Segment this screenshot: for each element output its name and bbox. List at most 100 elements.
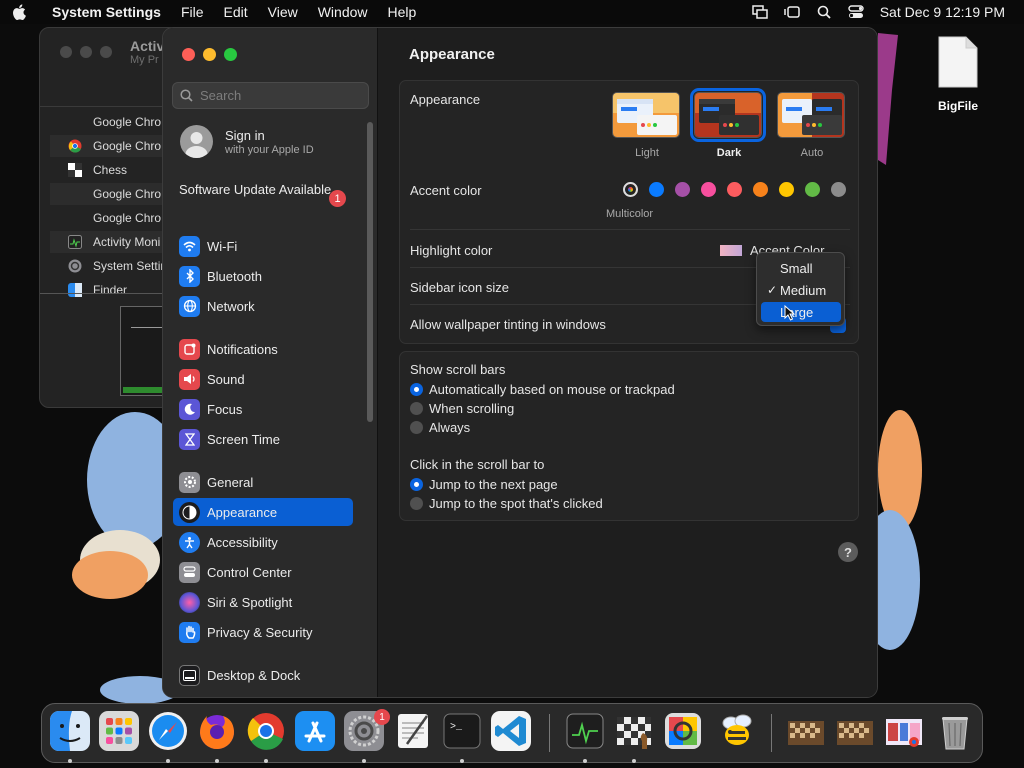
close-window-button[interactable] xyxy=(182,48,195,61)
menu-help[interactable]: Help xyxy=(388,4,417,20)
sidebar-item-label: Focus xyxy=(207,401,243,417)
process-name: System Settir xyxy=(93,259,165,273)
scroll-bars-auto-radio[interactable]: Automatically based on mouse or trackpad xyxy=(410,382,675,397)
gear-icon xyxy=(179,471,200,493)
radio-dot xyxy=(410,478,423,491)
accent-red-swatch[interactable] xyxy=(727,182,742,197)
process-row[interactable]: Finder xyxy=(50,279,178,301)
menu-option-small[interactable]: Small xyxy=(761,258,841,278)
process-row[interactable]: Activity Moni xyxy=(50,231,178,253)
apple-id-signin[interactable]: Sign in with your Apple ID xyxy=(180,125,314,158)
minimized-window-2[interactable] xyxy=(835,711,875,751)
process-row[interactable]: System Settir xyxy=(50,255,178,277)
sidebar-search[interactable] xyxy=(172,82,369,109)
app-menu-system-settings[interactable]: System Settings xyxy=(52,4,161,20)
click-spot-radio[interactable]: Jump to the spot that's clicked xyxy=(410,496,603,511)
menu-edit[interactable]: Edit xyxy=(224,4,248,20)
spotlight-search-icon[interactable] xyxy=(808,0,840,24)
system-settings-icon[interactable]: 1 xyxy=(344,709,390,751)
sidebar-item-sound[interactable]: Sound xyxy=(173,365,353,393)
minimized-window-1[interactable] xyxy=(786,711,826,751)
app-store-icon[interactable] xyxy=(295,711,335,751)
firefox-icon[interactable] xyxy=(197,711,237,751)
sidebar-item-appearance[interactable]: Appearance xyxy=(173,498,353,526)
process-row[interactable]: Chess xyxy=(50,159,178,181)
sidebar-item-label: Notifications xyxy=(207,341,278,357)
theme-dark-option[interactable]: Dark xyxy=(690,88,766,159)
accent-pink-swatch[interactable] xyxy=(701,182,716,197)
chrome-icon[interactable] xyxy=(246,711,286,751)
sidebar-item-wifi[interactable]: Wi-Fi xyxy=(173,232,353,260)
search-input[interactable] xyxy=(200,88,360,103)
accent-multicolor-swatch[interactable] xyxy=(623,182,638,197)
sidebar-item-siri-spotlight[interactable]: Siri & Spotlight xyxy=(173,588,353,616)
theme-dark-thumbnail xyxy=(690,88,766,142)
menubar-clock[interactable]: Sat Dec 9 12:19 PM xyxy=(880,4,1005,20)
desktop-file-bigfile[interactable]: BigFile xyxy=(930,35,986,113)
control-center-icon xyxy=(179,561,200,583)
sidebar-item-accessibility[interactable]: Accessibility xyxy=(173,528,353,556)
sidebar-item-privacy-security[interactable]: Privacy & Security xyxy=(173,618,353,646)
activity-monitor-window[interactable]: Activ My Pr Google Chro Google Chro Ches… xyxy=(39,27,179,408)
accent-purple-swatch[interactable] xyxy=(675,182,690,197)
menu-window[interactable]: Window xyxy=(318,4,368,20)
control-center-menu-icon[interactable] xyxy=(840,0,872,24)
zoom-window-button[interactable] xyxy=(224,48,237,61)
process-row[interactable]: Google Chro xyxy=(50,135,178,157)
textedit-icon[interactable] xyxy=(393,711,433,751)
accent-blue-swatch[interactable] xyxy=(649,182,664,197)
chess-icon[interactable] xyxy=(614,711,654,751)
menu-file[interactable]: File xyxy=(181,4,204,20)
scroll-bars-always-radio[interactable]: Always xyxy=(410,420,470,435)
accent-orange-swatch[interactable] xyxy=(753,182,768,197)
sidebar-item-focus[interactable]: Focus xyxy=(173,395,353,423)
click-next-page-radio[interactable]: Jump to the next page xyxy=(410,477,558,492)
vscode-icon[interactable] xyxy=(491,711,531,751)
terminal-icon[interactable]: >_ xyxy=(442,711,482,751)
launchpad-icon[interactable] xyxy=(99,711,139,751)
accent-graphite-swatch[interactable] xyxy=(831,182,846,197)
sidebar-item-screen-time[interactable]: Screen Time xyxy=(173,425,353,453)
bee-icon[interactable] xyxy=(717,711,757,751)
trash-icon[interactable] xyxy=(935,711,975,751)
menu-option-large[interactable]: Large xyxy=(761,302,841,322)
sidebar-item-notifications[interactable]: Notifications xyxy=(173,335,353,363)
color-picker-icon[interactable] xyxy=(663,711,703,751)
sidebar-item-bluetooth[interactable]: Bluetooth xyxy=(173,262,353,290)
accent-yellow-swatch[interactable] xyxy=(779,182,794,197)
minimized-window-3[interactable] xyxy=(884,711,924,751)
sidebar-item-network[interactable]: Network xyxy=(173,292,353,320)
menu-view[interactable]: View xyxy=(268,4,298,20)
activity-monitor-icon[interactable] xyxy=(565,711,605,751)
appearance-label: Appearance xyxy=(410,92,481,107)
apple-menu-icon[interactable] xyxy=(12,4,42,20)
theme-auto-option[interactable]: Auto xyxy=(777,92,847,159)
theme-light-option[interactable]: Light xyxy=(612,92,682,159)
safari-icon[interactable] xyxy=(148,711,188,751)
appearance-pane: Appearance Appearance Light Dark Auto Ac… xyxy=(379,28,877,697)
svg-text:>_: >_ xyxy=(450,722,463,733)
minimize-window-button[interactable] xyxy=(203,48,216,61)
sidebar-icon-size-menu[interactable]: Small ✓ Medium Large xyxy=(756,252,845,326)
sidebar-item-label: Wi-Fi xyxy=(207,238,238,254)
sidebar-scrollbar[interactable] xyxy=(367,122,373,422)
running-indicator xyxy=(166,759,170,763)
sidebar-item-general[interactable]: General xyxy=(173,468,353,496)
process-row[interactable]: Google Chro xyxy=(50,207,178,229)
sidebar-icon-size-label: Sidebar icon size xyxy=(410,280,509,295)
accent-green-swatch[interactable] xyxy=(805,182,820,197)
finder-icon[interactable] xyxy=(50,711,90,751)
scroll-bars-when-scrolling-radio[interactable]: When scrolling xyxy=(410,401,514,416)
stage-manager-icon[interactable] xyxy=(776,0,808,24)
process-row[interactable]: Google Chro xyxy=(50,183,178,205)
sidebar-item-label: Network xyxy=(207,298,255,314)
software-update-item[interactable]: Software Update Available 1 xyxy=(179,182,349,207)
sidebar-item-desktop-dock[interactable]: Desktop & Dock xyxy=(173,661,353,689)
system-settings-window[interactable]: Sign in with your Apple ID Software Upda… xyxy=(162,27,878,698)
process-row[interactable]: Google Chro xyxy=(50,111,178,133)
help-button[interactable]: ? xyxy=(838,542,858,562)
menu-option-medium[interactable]: ✓ Medium xyxy=(761,280,841,300)
theme-auto-thumbnail xyxy=(777,92,845,138)
sidebar-item-control-center[interactable]: Control Center xyxy=(173,558,353,586)
screen-share-icon[interactable] xyxy=(744,0,776,24)
